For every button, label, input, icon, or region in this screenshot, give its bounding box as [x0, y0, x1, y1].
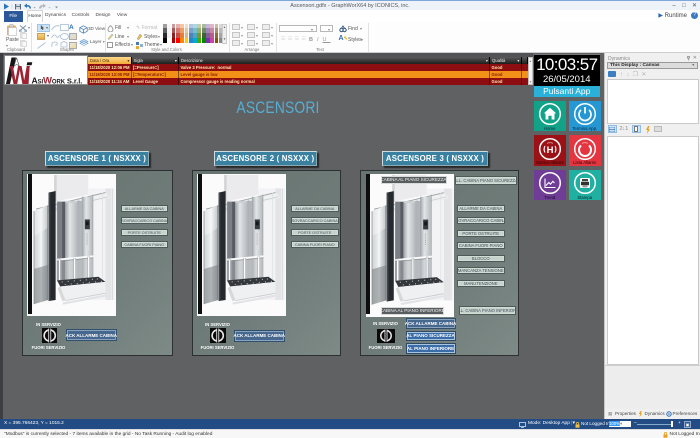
- svg-text:ASIWORK S.r.l.: ASIWORK S.r.l.: [31, 75, 82, 85]
- svg-text:H: H: [546, 144, 553, 155]
